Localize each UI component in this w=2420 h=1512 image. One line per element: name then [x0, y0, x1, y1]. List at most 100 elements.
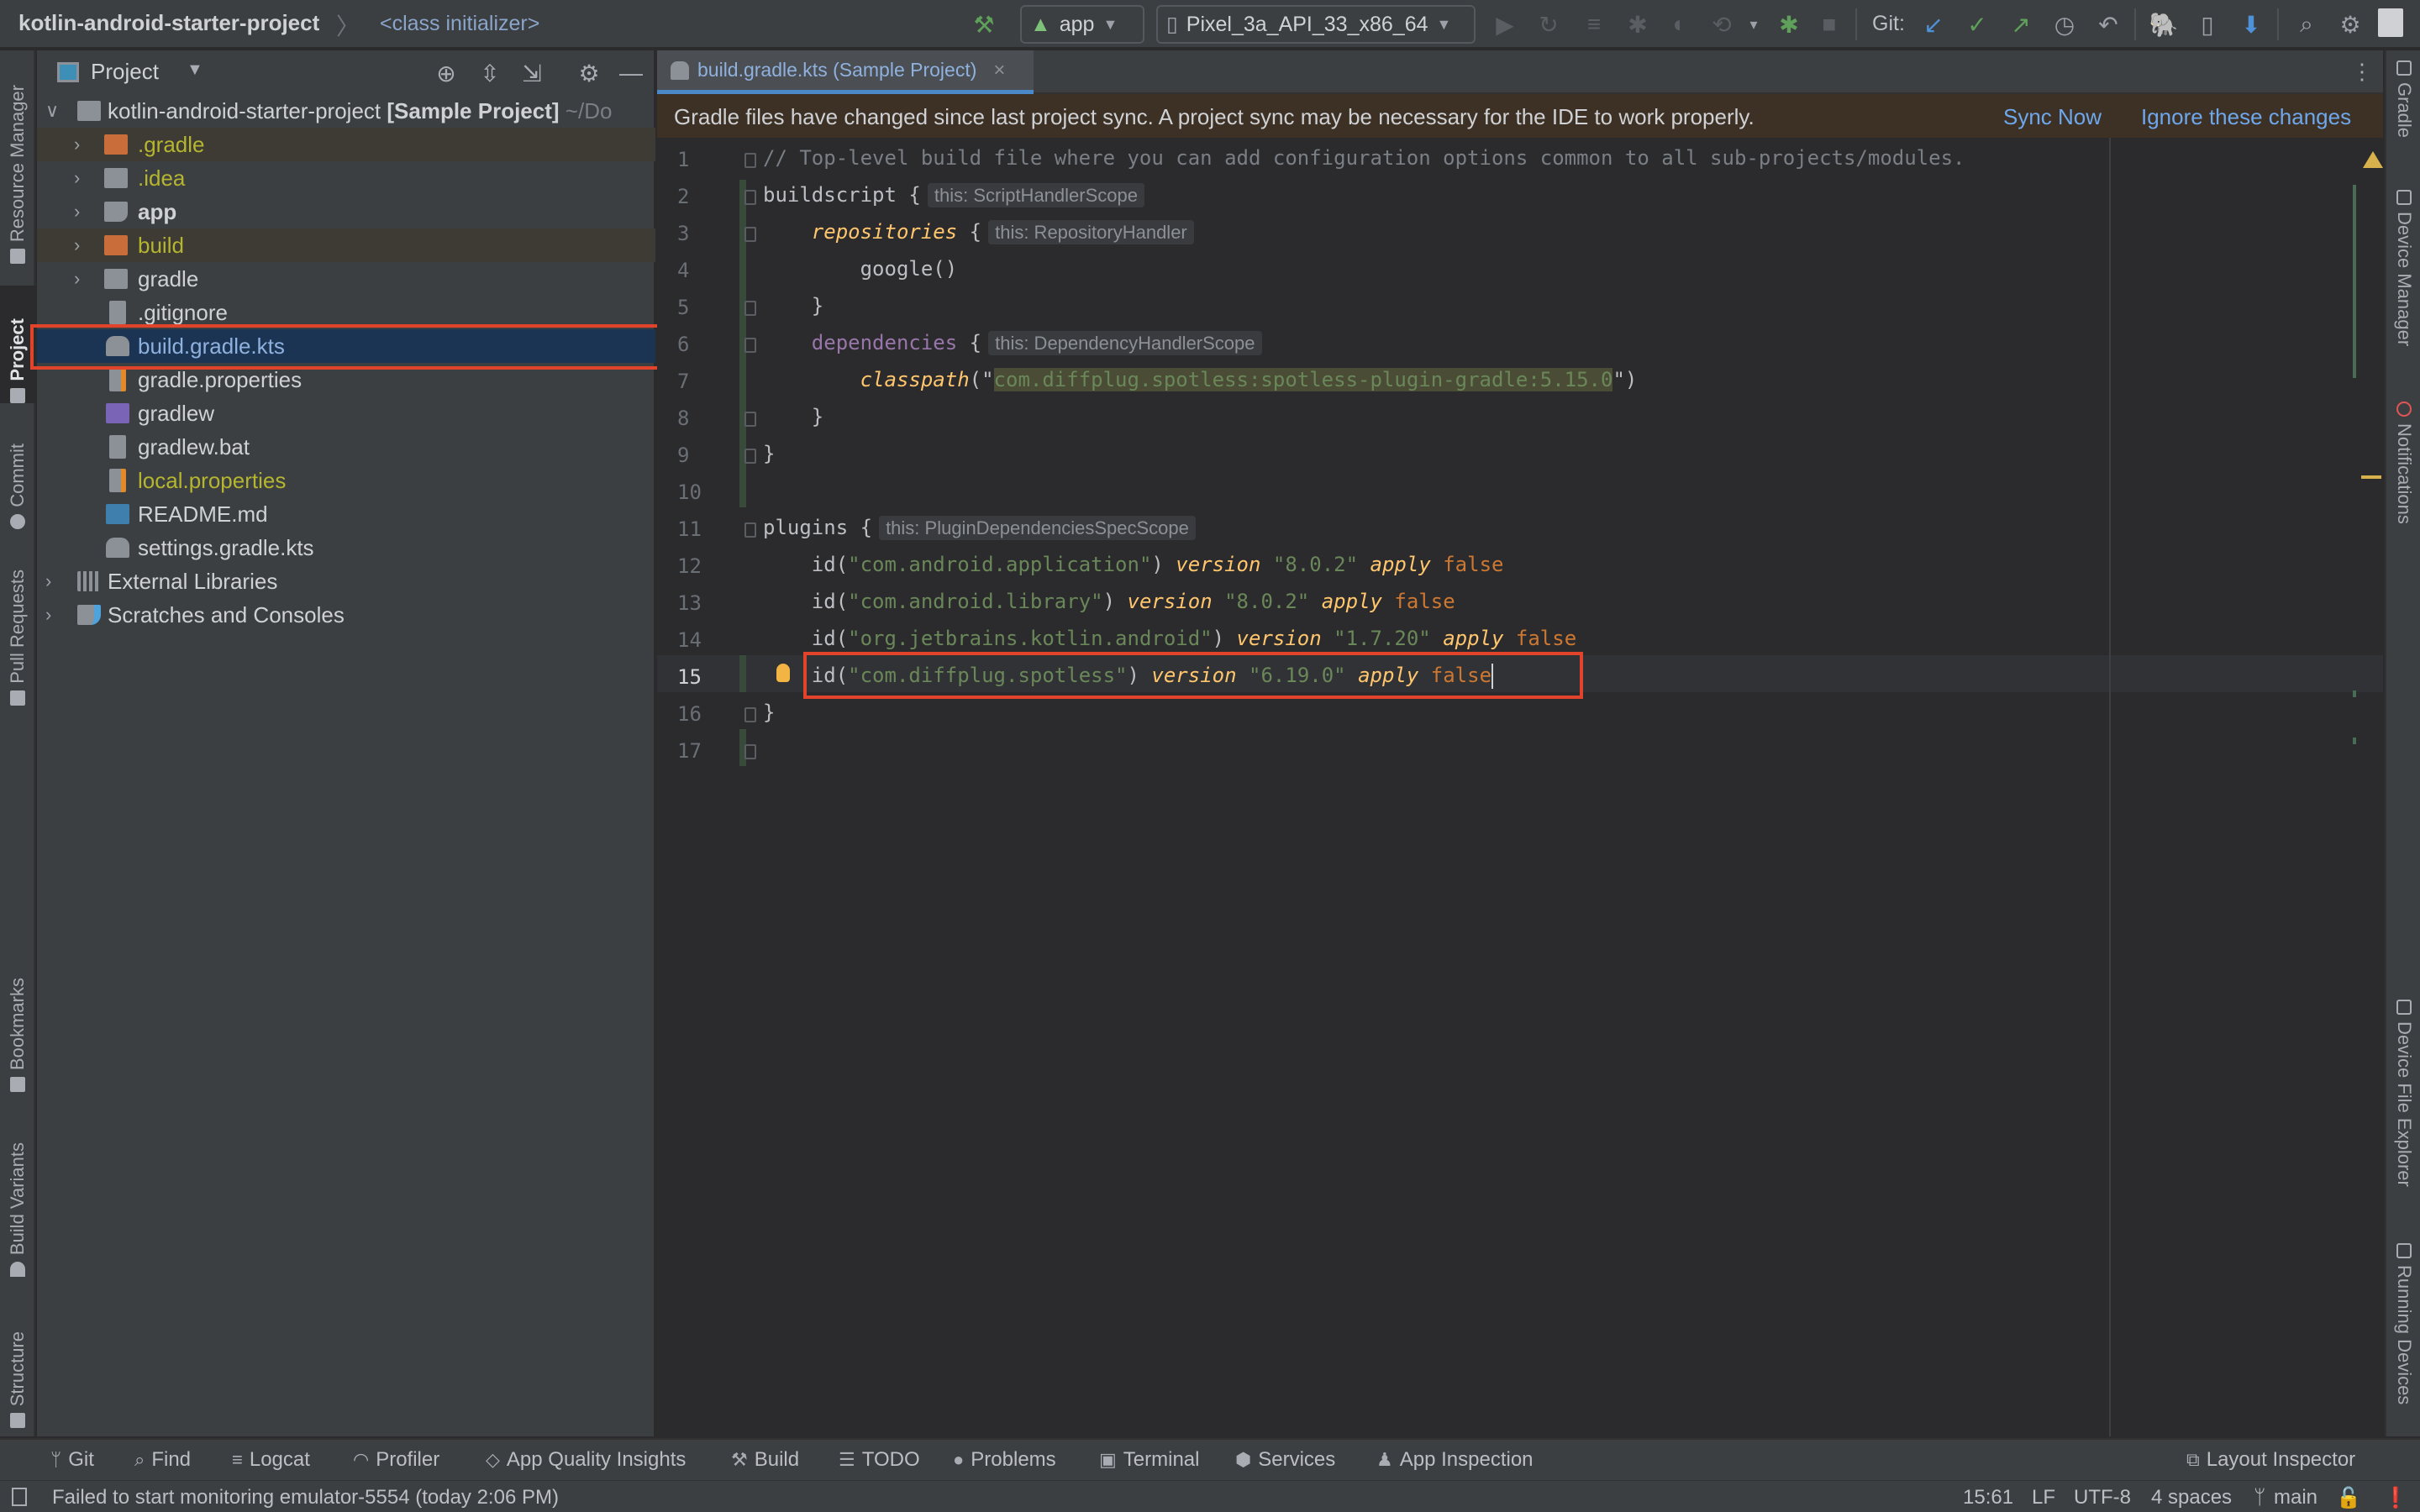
- tree-item-local-properties[interactable]: local.properties: [37, 464, 655, 497]
- more-vertical-icon[interactable]: ⋮: [2351, 59, 2373, 85]
- tool-todo[interactable]: ☰ TODO: [839, 1448, 920, 1472]
- fold-marker-icon[interactable]: [744, 153, 756, 168]
- apply-code-changes-icon[interactable]: ≡: [1578, 8, 1610, 40]
- tab-pull-requests[interactable]: Pull Requests: [0, 554, 35, 706]
- search-icon[interactable]: ⌕: [2291, 8, 2323, 40]
- notifications-icon[interactable]: ❗: [2383, 1486, 2408, 1510]
- warning-icon[interactable]: [2363, 151, 2383, 168]
- tree-item-scratches[interactable]: › Scratches and Consoles: [37, 598, 655, 632]
- chevron-right-icon[interactable]: ›: [45, 570, 51, 592]
- git-commit-icon[interactable]: ✓: [1961, 8, 1993, 40]
- more-actions-icon[interactable]: ▾: [1738, 8, 1770, 40]
- code-editor[interactable]: 1 // Top-level build file where you can a…: [657, 138, 2383, 1436]
- close-icon[interactable]: ×: [993, 59, 1005, 82]
- fold-marker-icon[interactable]: [744, 449, 756, 464]
- chevron-down-icon[interactable]: ∨: [45, 100, 59, 122]
- git-push-icon[interactable]: ↗: [2005, 8, 2037, 40]
- tree-root[interactable]: ∨ kotlin-android-starter-project [Sample…: [37, 94, 655, 128]
- git-branch[interactable]: main: [2274, 1486, 2317, 1509]
- tab-commit[interactable]: Commit: [0, 420, 35, 529]
- fold-marker-icon[interactable]: [744, 707, 756, 722]
- device-status-icon[interactable]: [12, 1488, 27, 1506]
- tab-device-manager[interactable]: Device Manager: [2386, 190, 2420, 346]
- git-update-icon[interactable]: ↙: [1918, 8, 1949, 40]
- tool-find[interactable]: ⌕ Find: [134, 1448, 191, 1472]
- hammer-icon[interactable]: ⚒: [968, 8, 1000, 40]
- editor-tab-build-gradle-kts[interactable]: build.gradle.kts (Sample Project) ×: [657, 50, 1034, 94]
- tab-device-file-explorer[interactable]: Device File Explorer: [2386, 1000, 2420, 1187]
- tool-app-inspection[interactable]: ♟ App Inspection: [1376, 1448, 1534, 1472]
- breadcrumb-project[interactable]: kotlin-android-starter-project: [18, 10, 319, 36]
- status-message[interactable]: Failed to start monitoring emulator-5554…: [52, 1486, 559, 1509]
- tab-structure[interactable]: Structure: [0, 1302, 35, 1428]
- chevron-down-icon[interactable]: ▼: [187, 60, 203, 80]
- chevron-right-icon[interactable]: ›: [74, 134, 80, 155]
- apply-changes-icon[interactable]: ↻: [1533, 8, 1565, 40]
- tool-profiler[interactable]: ◠ Profiler: [353, 1448, 439, 1472]
- tool-problems[interactable]: ● Problems: [953, 1448, 1056, 1472]
- tab-gradle[interactable]: Gradle: [2386, 60, 2420, 138]
- sync-gradle-icon[interactable]: 🐘: [2148, 8, 2180, 40]
- ignore-changes-link[interactable]: Ignore these changes: [2141, 104, 2351, 130]
- line-separator[interactable]: LF: [2032, 1486, 2055, 1509]
- tab-bookmarks[interactable]: Bookmarks: [0, 958, 35, 1092]
- caret-position[interactable]: 15:61: [1963, 1486, 2013, 1509]
- tree-item-settings-gradle-kts[interactable]: settings.gradle.kts: [37, 531, 655, 564]
- tool-services[interactable]: ⬢ Services: [1235, 1448, 1335, 1472]
- tab-notifications[interactable]: Notifications: [2386, 402, 2420, 524]
- fold-marker-icon[interactable]: [744, 190, 756, 205]
- tree-item-gradlew-bat[interactable]: gradlew.bat: [37, 430, 655, 464]
- fold-marker-icon[interactable]: [744, 227, 756, 242]
- avatar-icon[interactable]: [2378, 8, 2403, 37]
- attach-debugger-icon[interactable]: ⟲: [1706, 8, 1738, 40]
- tool-terminal[interactable]: ▣ Terminal: [1099, 1448, 1200, 1472]
- tool-git[interactable]: ᛘ Git: [50, 1448, 94, 1472]
- device-manager-icon[interactable]: ▯: [2191, 8, 2223, 40]
- warning-stripe-marker[interactable]: [2361, 475, 2381, 479]
- indent-setting[interactable]: 4 spaces: [2151, 1486, 2232, 1509]
- tool-app-quality-insights[interactable]: ◇ App Quality Insights: [486, 1448, 686, 1472]
- settings-icon[interactable]: ⚙: [2334, 8, 2366, 40]
- tree-item-gradle-dir[interactable]: › .gradle: [37, 128, 655, 161]
- tool-layout-inspector[interactable]: ⧉ Layout Inspector: [2186, 1448, 2355, 1472]
- gear-icon[interactable]: ⚙: [575, 59, 603, 87]
- lock-icon[interactable]: 🔓: [2336, 1486, 2361, 1510]
- sdk-manager-icon[interactable]: ⬇: [2235, 8, 2267, 40]
- tree-item-gradle[interactable]: › gradle: [37, 262, 655, 296]
- chevron-right-icon[interactable]: ›: [45, 604, 51, 626]
- tree-item-build[interactable]: › build: [37, 228, 655, 262]
- tree-item-idea[interactable]: › .idea: [37, 161, 655, 195]
- run-icon[interactable]: ▶: [1489, 8, 1521, 40]
- tree-item-gradlew[interactable]: gradlew: [37, 396, 655, 430]
- chevron-right-icon[interactable]: ›: [74, 167, 80, 189]
- device-combo[interactable]: ▯ Pixel_3a_API_33_x86_64 ▼: [1156, 5, 1476, 44]
- chevron-right-icon[interactable]: ›: [74, 201, 80, 223]
- tree-item-external-libraries[interactable]: › External Libraries: [37, 564, 655, 598]
- fold-marker-icon[interactable]: [744, 522, 756, 538]
- attach-debugger-active-icon[interactable]: ✱: [1773, 8, 1805, 40]
- project-panel-title[interactable]: Project: [91, 59, 159, 85]
- chevron-right-icon[interactable]: ›: [74, 234, 80, 256]
- git-rollback-icon[interactable]: ↶: [2092, 8, 2124, 40]
- tree-item-readme[interactable]: README.md: [37, 497, 655, 531]
- locate-file-icon[interactable]: ⊕: [432, 59, 460, 87]
- tool-build[interactable]: ⚒ Build: [731, 1448, 799, 1472]
- tab-resource-manager[interactable]: Resource Manager: [0, 62, 35, 264]
- stop-icon[interactable]: ■: [1813, 8, 1845, 40]
- git-history-icon[interactable]: ◷: [2049, 8, 2081, 40]
- collapse-all-icon[interactable]: ⇲: [518, 59, 546, 87]
- fold-marker-icon[interactable]: [744, 744, 756, 759]
- profile-icon[interactable]: ◐: [1664, 8, 1696, 40]
- chevron-right-icon[interactable]: ›: [74, 268, 80, 290]
- fold-marker-icon[interactable]: [744, 301, 756, 316]
- tab-running-devices[interactable]: Running Devices: [2386, 1243, 2420, 1404]
- sync-now-link[interactable]: Sync Now: [2003, 104, 2102, 130]
- expand-all-icon[interactable]: ⇳: [476, 59, 504, 87]
- tree-item-app[interactable]: › app: [37, 195, 655, 228]
- hide-panel-icon[interactable]: —: [617, 59, 645, 87]
- breadcrumb-class-initializer[interactable]: <class initializer>: [380, 12, 539, 36]
- fold-marker-icon[interactable]: [744, 412, 756, 427]
- debug-icon[interactable]: ✱: [1622, 8, 1654, 40]
- file-encoding[interactable]: UTF-8: [2074, 1486, 2131, 1509]
- tool-logcat[interactable]: ≡ Logcat: [232, 1448, 310, 1472]
